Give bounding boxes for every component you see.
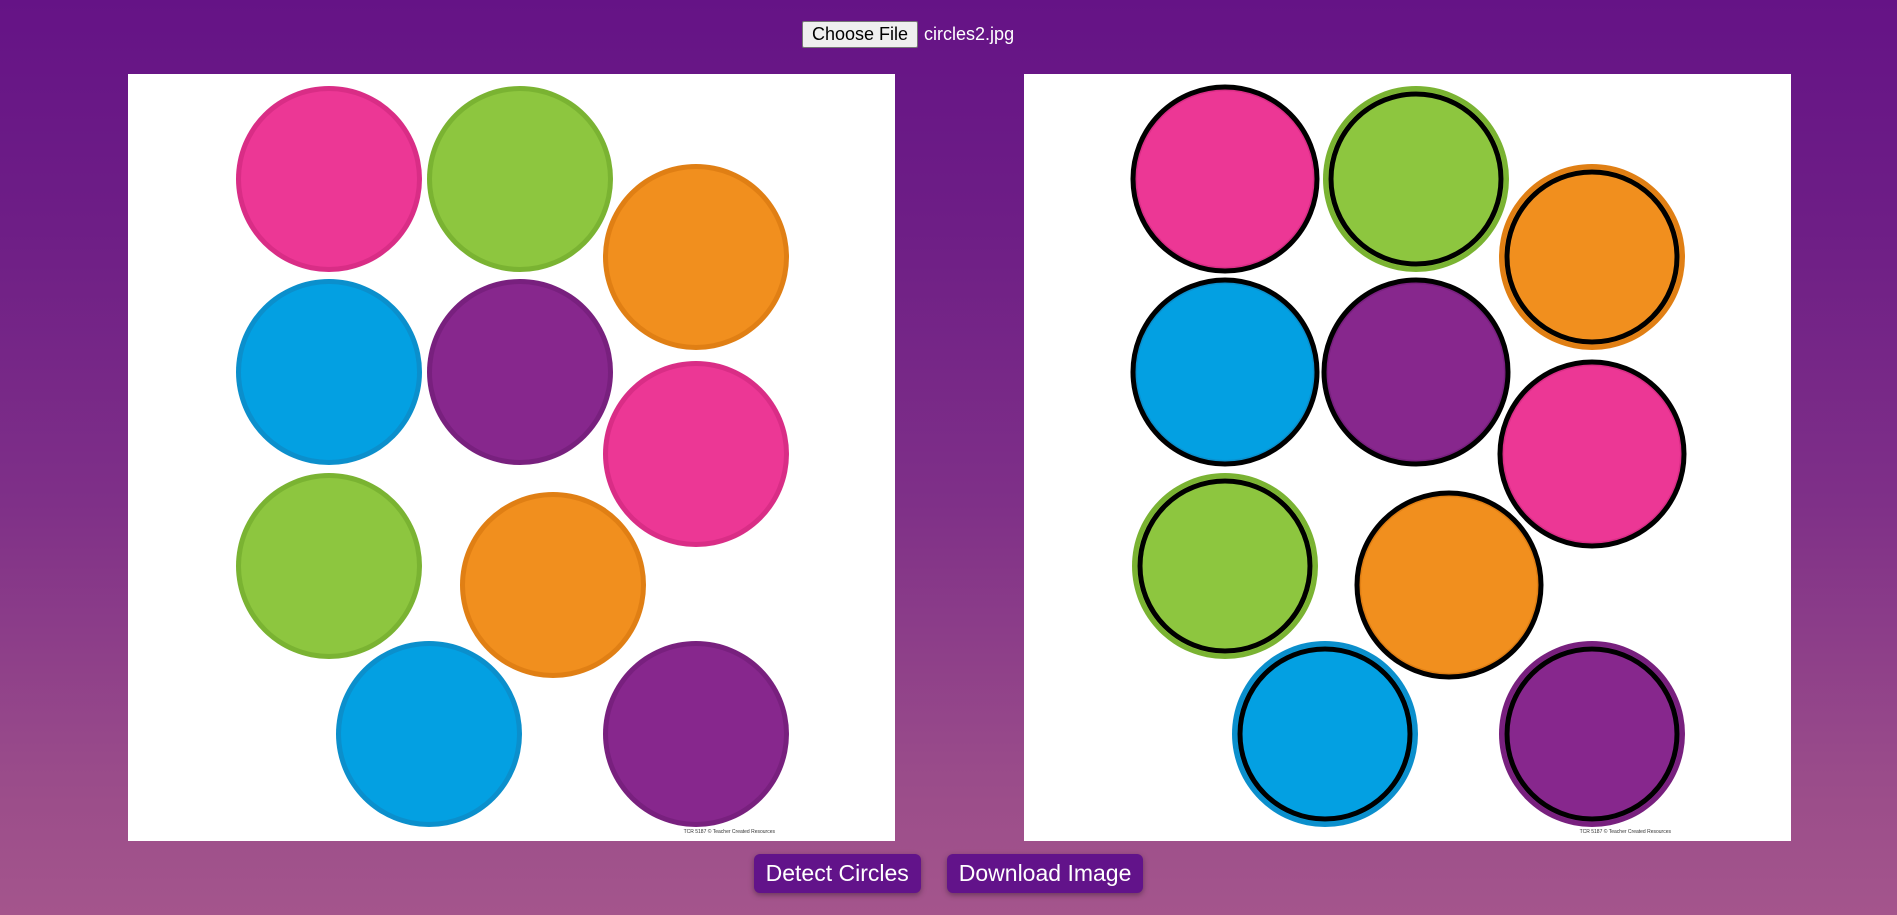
circle-10 <box>603 641 789 827</box>
circle-4 <box>1130 277 1320 467</box>
detect-circles-button[interactable]: Detect Circles <box>753 854 921 893</box>
original-image-panel: TCR 5187 © Teacher Created Resources <box>128 74 895 841</box>
circle-3 <box>1499 164 1685 350</box>
selected-file-name: circles2.jpg <box>924 24 1015 44</box>
circle-9 <box>1232 641 1418 827</box>
circle-5 <box>1321 277 1511 467</box>
circle-7 <box>1132 473 1318 659</box>
circle-8 <box>1354 490 1544 680</box>
circle-1 <box>236 86 422 272</box>
original-image <box>236 86 789 827</box>
circle-5 <box>427 279 613 465</box>
circle-4 <box>236 279 422 465</box>
circle-2 <box>1323 86 1509 272</box>
circle-3 <box>603 164 789 350</box>
circle-7 <box>236 473 422 659</box>
circle-10 <box>1499 641 1685 827</box>
choose-file-button[interactable]: Choose File <box>802 21 919 48</box>
download-image-button[interactable]: Download Image <box>946 854 1144 893</box>
circle-6 <box>603 361 789 547</box>
detected-image <box>1130 84 1687 827</box>
action-bar: Detect Circles Download Image <box>0 854 1897 893</box>
circle-2 <box>427 86 613 272</box>
circle-1 <box>1130 84 1320 274</box>
circle-9 <box>336 641 522 827</box>
circle-8 <box>460 492 646 678</box>
detected-credit-text: TCR 5187 © Teacher Created Resources <box>1579 829 1671 835</box>
detected-image-panel: TCR 5187 © Teacher Created Resources <box>1024 74 1791 841</box>
file-input[interactable]: Choose File circles2.jpg <box>802 21 1014 48</box>
original-credit-text: TCR 5187 © Teacher Created Resources <box>683 829 775 835</box>
circle-6 <box>1497 359 1687 549</box>
